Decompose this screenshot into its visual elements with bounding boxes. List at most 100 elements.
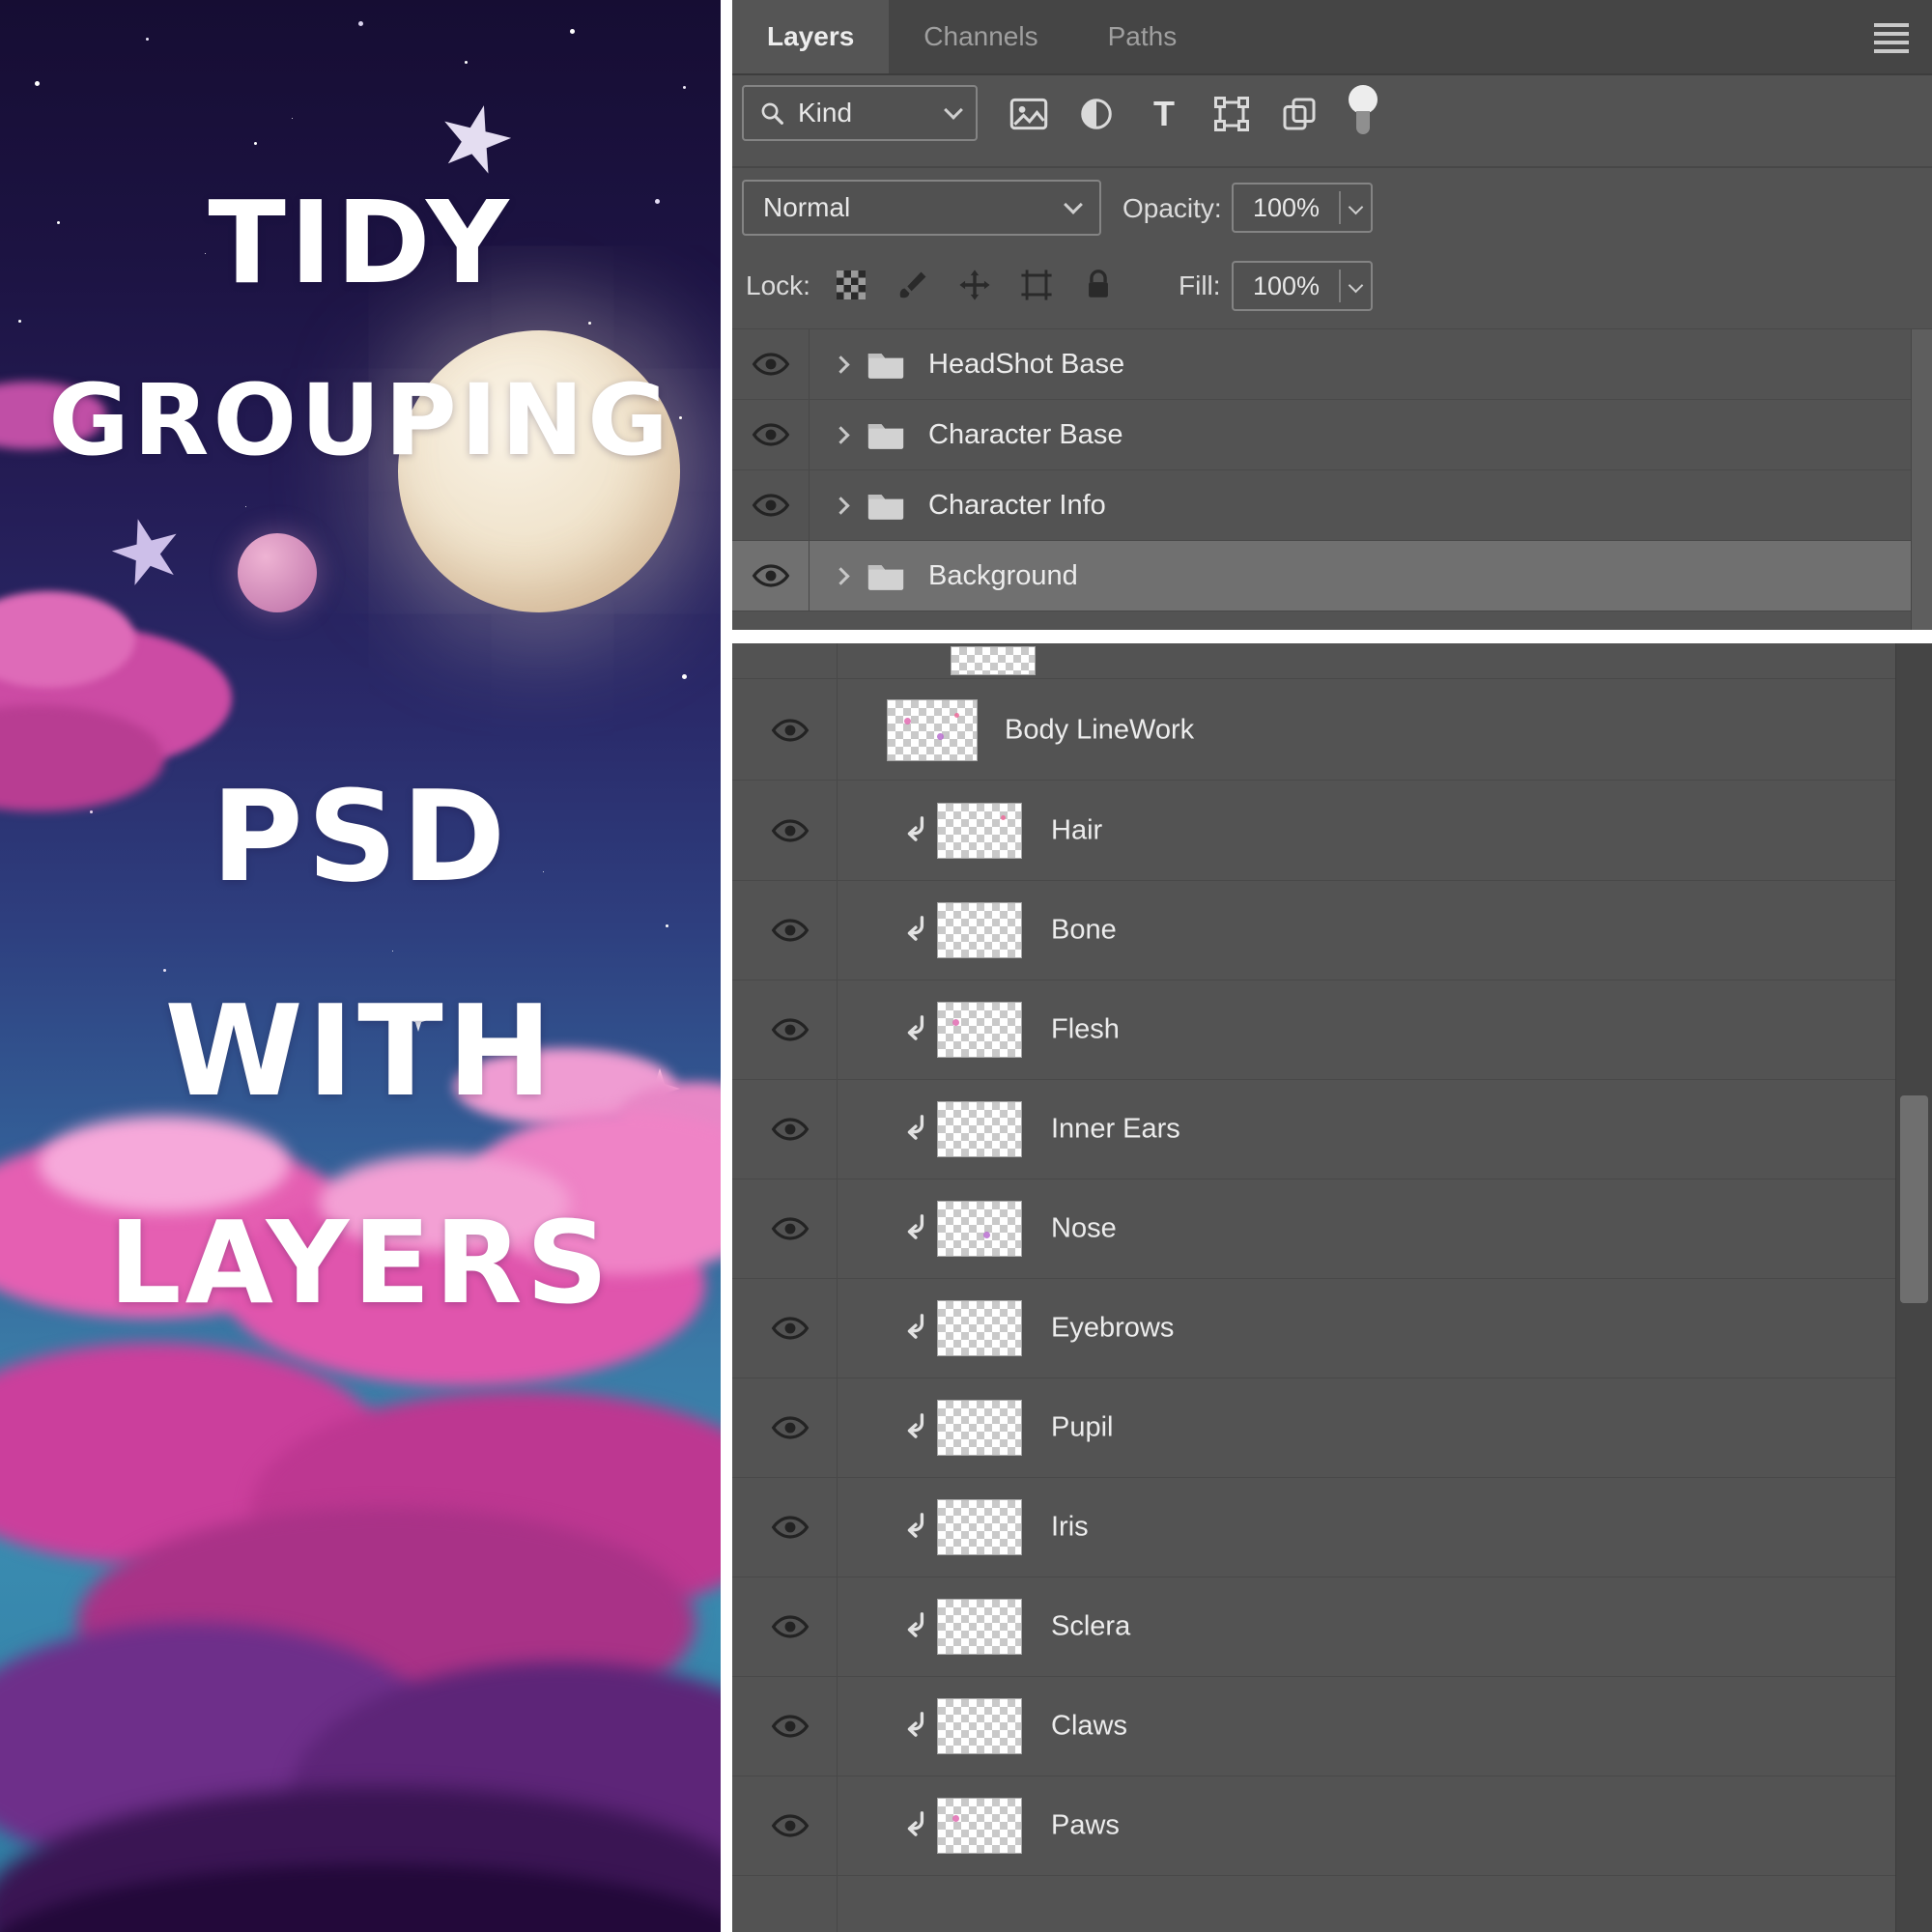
clipped-layer-row[interactable]: Bone [732, 881, 1932, 980]
fill-select[interactable]: 100% [1232, 261, 1373, 311]
layer-name[interactable]: Nose [1051, 1213, 1117, 1245]
visibility-toggle[interactable] [771, 1117, 810, 1142]
layer-thumbnail[interactable] [937, 1698, 1022, 1754]
eye-icon[interactable] [752, 422, 790, 447]
lock-transparency-icon[interactable] [833, 267, 869, 303]
group-name[interactable]: Background [928, 560, 1078, 592]
expand-chevron-icon[interactable] [832, 425, 850, 444]
layer-name[interactable]: Iris [1051, 1512, 1089, 1544]
clipped-layer-row[interactable]: Pupil [732, 1378, 1932, 1478]
visibility-toggle[interactable] [771, 818, 810, 843]
visibility-toggle[interactable] [771, 1714, 810, 1739]
visibility-toggle[interactable] [732, 400, 810, 469]
tab-paths[interactable]: Paths [1073, 0, 1212, 73]
scrollbar-track[interactable] [1911, 329, 1932, 630]
visibility-toggle[interactable] [771, 1216, 810, 1241]
eye-icon[interactable] [771, 1316, 810, 1341]
layer-name[interactable]: Pupil [1051, 1412, 1114, 1444]
layer-thumbnail[interactable] [937, 1798, 1022, 1854]
layer-thumbnail[interactable] [937, 1201, 1022, 1257]
clipped-layer-row[interactable]: Hair [732, 781, 1932, 881]
filter-pixel-layers-icon[interactable] [1009, 93, 1048, 135]
clipped-layer-row[interactable]: Eyebrows [732, 1279, 1932, 1378]
tab-channels[interactable]: Channels [889, 0, 1072, 73]
group-name[interactable]: Character Base [928, 419, 1123, 451]
layer-group-row-selected[interactable]: Background [732, 541, 1932, 611]
tab-layers[interactable]: Layers [732, 0, 890, 73]
visibility-toggle[interactable] [771, 718, 810, 743]
visibility-toggle[interactable] [771, 1614, 810, 1639]
layer-name[interactable]: Inner Ears [1051, 1114, 1180, 1146]
layer-filtering-toggle[interactable] [1347, 85, 1379, 141]
layer-thumbnail[interactable] [937, 1002, 1022, 1058]
expand-chevron-icon[interactable] [832, 496, 850, 515]
scrollbar-track[interactable] [1895, 643, 1932, 1932]
eye-icon[interactable] [771, 1515, 810, 1540]
layer-thumbnail[interactable] [951, 646, 1036, 675]
filter-kind-select[interactable]: Kind [742, 85, 978, 141]
layer-name[interactable]: Sclera [1051, 1611, 1130, 1643]
expand-chevron-icon[interactable] [832, 355, 850, 374]
visibility-toggle[interactable] [732, 329, 810, 399]
panel-menu-icon[interactable] [1874, 23, 1909, 53]
layer-thumbnail[interactable] [937, 1499, 1022, 1555]
eye-icon[interactable] [771, 1117, 810, 1142]
layer-group-row[interactable]: Character Info [732, 470, 1932, 541]
layer-name[interactable]: Hair [1051, 815, 1102, 847]
group-name[interactable]: Character Info [928, 490, 1106, 522]
lock-image-brush-icon[interactable] [895, 267, 931, 303]
group-name[interactable]: HeadShot Base [928, 349, 1124, 381]
clipped-layer-row[interactable]: Nose [732, 1179, 1932, 1279]
visibility-toggle[interactable] [771, 1415, 810, 1440]
clipped-layer-row[interactable]: Flesh [732, 980, 1932, 1080]
layer-thumbnail[interactable] [937, 803, 1022, 859]
eye-icon[interactable] [771, 1017, 810, 1042]
clipped-layer-row[interactable]: Paws [732, 1776, 1932, 1876]
eye-icon[interactable] [771, 718, 810, 743]
layer-name[interactable]: Paws [1051, 1810, 1120, 1842]
eye-icon[interactable] [771, 1415, 810, 1440]
layer-thumbnail[interactable] [937, 1400, 1022, 1456]
eye-icon[interactable] [771, 918, 810, 943]
layer-name[interactable]: Claws [1051, 1711, 1127, 1743]
visibility-toggle[interactable] [732, 541, 810, 611]
layer-thumbnail[interactable] [937, 1599, 1022, 1655]
eye-icon[interactable] [771, 1813, 810, 1838]
clipped-layer-row[interactable]: Claws [732, 1677, 1932, 1776]
filter-adjustment-layers-icon[interactable] [1077, 93, 1116, 135]
visibility-toggle[interactable] [732, 470, 810, 540]
visibility-toggle[interactable] [771, 1316, 810, 1341]
eye-icon[interactable] [771, 818, 810, 843]
eye-icon[interactable] [771, 1216, 810, 1241]
eye-icon[interactable] [771, 1614, 810, 1639]
expand-chevron-icon[interactable] [832, 566, 850, 585]
layer-name[interactable]: Body LineWork [1005, 714, 1194, 746]
clipped-layer-row[interactable]: Inner Ears [732, 1080, 1932, 1179]
layer-name[interactable]: Eyebrows [1051, 1313, 1174, 1345]
filter-smart-objects-icon[interactable] [1280, 93, 1319, 135]
blend-mode-select[interactable]: Normal [742, 180, 1101, 236]
eye-icon[interactable] [752, 563, 790, 588]
layer-thumbnail[interactable] [937, 902, 1022, 958]
layer-name[interactable]: Flesh [1051, 1014, 1120, 1046]
layer-thumbnail[interactable] [937, 1101, 1022, 1157]
lock-all-padlock-icon[interactable] [1080, 267, 1117, 303]
layer-row[interactable]: Body LineWork [732, 680, 1932, 781]
filter-shape-layers-icon[interactable] [1212, 93, 1251, 135]
layer-group-row[interactable]: HeadShot Base [732, 329, 1932, 400]
filter-type-layers-icon[interactable]: T [1145, 93, 1183, 135]
eye-icon[interactable] [752, 493, 790, 518]
eye-icon[interactable] [752, 352, 790, 377]
visibility-toggle[interactable] [771, 1017, 810, 1042]
clipped-layer-row[interactable]: Sclera [732, 1577, 1932, 1677]
clipped-layer-row[interactable]: Iris [732, 1478, 1932, 1577]
layer-thumbnail[interactable] [937, 1300, 1022, 1356]
visibility-toggle[interactable] [771, 1813, 810, 1838]
scrollbar-thumb[interactable] [1900, 1095, 1928, 1303]
layer-thumbnail[interactable] [887, 698, 978, 761]
visibility-toggle[interactable] [771, 1515, 810, 1540]
layer-name[interactable]: Bone [1051, 915, 1117, 947]
layer-group-row[interactable]: Character Base [732, 400, 1932, 470]
lock-position-move-icon[interactable] [956, 267, 993, 303]
visibility-toggle[interactable] [771, 918, 810, 943]
